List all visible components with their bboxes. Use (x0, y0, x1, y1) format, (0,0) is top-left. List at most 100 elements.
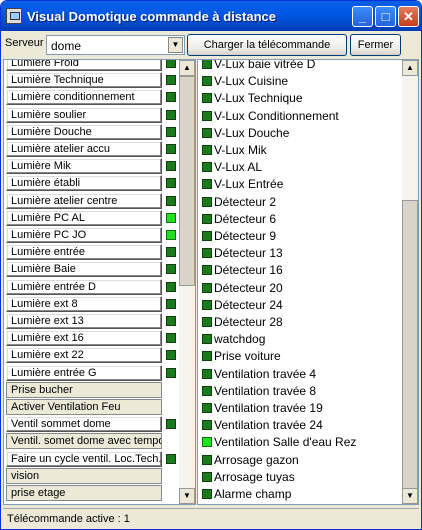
status-indicator (202, 385, 212, 396)
list-item[interactable]: V-Lux Entrée (214, 176, 283, 192)
right-scroll-thumb[interactable] (402, 200, 418, 490)
maximize-icon: □ (381, 9, 390, 24)
status-indicator (202, 471, 212, 482)
load-remote-button[interactable]: Charger la télécommande (187, 34, 347, 56)
list-item[interactable]: V-Lux Douche (214, 125, 289, 141)
command-button[interactable]: Lumière entrée G (6, 364, 162, 381)
list-item[interactable]: Détecteur 24 (214, 297, 283, 313)
command-button[interactable]: Lumière Douche (6, 123, 162, 140)
list-item[interactable]: V-Lux AL (214, 159, 262, 175)
scroll-down-icon[interactable]: ▼ (402, 488, 418, 504)
command-button[interactable]: Lumière entrée (6, 244, 162, 261)
command-button[interactable]: Lumière Technique (6, 72, 162, 89)
scroll-up-icon[interactable]: ▲ (402, 60, 418, 76)
minimize-button[interactable]: _ (352, 6, 373, 27)
server-combo[interactable]: dome ▼ (46, 35, 185, 55)
list-item[interactable]: V-Lux Conditionnement (214, 108, 339, 124)
scroll-down-icon[interactable]: ▼ (179, 488, 195, 504)
main-window: Visual Domotique commande à distance _ □… (0, 0, 422, 530)
command-button[interactable]: Ventil. somet dome avec tempo (6, 433, 162, 450)
list-item[interactable]: Ventilation travée 19 (214, 400, 323, 416)
command-button[interactable]: Ventil sommet dome (6, 416, 162, 433)
command-button[interactable]: Lumière ext 8 (6, 295, 162, 312)
command-button[interactable]: Lumière PC AL (6, 209, 162, 226)
list-item[interactable]: Prise voiture (214, 348, 281, 364)
status-indicator (202, 317, 212, 327)
list-item[interactable]: Alarme champ (214, 486, 291, 502)
right-panel: V-Lux baie vitrée D V-Lux Cuisine V-Lux Te… (197, 59, 419, 505)
left-panel: Lumière Froid Lumière Technique Lumière co… (3, 59, 196, 505)
command-button[interactable]: Activer Ventilation Feu (6, 399, 162, 415)
command-button[interactable]: Lumière Froid (6, 60, 162, 71)
status-indicator (166, 419, 176, 430)
command-button[interactable]: Lumière atelier centre (6, 192, 162, 209)
list-item[interactable]: Ventilation travée 24 (214, 417, 323, 433)
left-scrollbar[interactable]: ▲ ▼ (179, 60, 195, 504)
command-button[interactable]: Lumière conditionnement (6, 89, 162, 106)
status-indicator (166, 60, 176, 68)
list-item[interactable]: Arrosage gazon (214, 452, 299, 468)
maximize-button[interactable]: □ (375, 6, 396, 27)
list-item[interactable]: Ventilation Salle d'eau Rez (214, 434, 356, 450)
status-indicator (166, 144, 176, 154)
list-item[interactable]: V-Lux Mik (214, 142, 267, 158)
status-indicator (202, 265, 212, 276)
command-button[interactable]: Lumière ext 22 (6, 347, 162, 364)
list-item[interactable]: Détecteur 20 (214, 280, 283, 296)
minimize-icon: _ (358, 9, 367, 24)
list-item[interactable]: Détecteur 9 (214, 228, 276, 244)
status-indicator (202, 179, 212, 190)
command-button[interactable]: Lumière PC JO (6, 227, 162, 243)
list-item[interactable]: Ventilation travée 8 (214, 383, 316, 399)
list-item[interactable]: V-Lux Cuisine (214, 73, 288, 89)
status-indicator (202, 60, 212, 69)
list-item[interactable]: Détecteur 13 (214, 245, 283, 261)
status-indicator (202, 403, 212, 413)
status-indicator (202, 489, 212, 499)
command-button[interactable]: Lumière ext 16 (6, 330, 162, 347)
list-item[interactable]: Détecteur 16 (214, 262, 283, 278)
close-icon: ✕ (403, 9, 414, 24)
list-item[interactable]: Ventilation travée 4 (214, 366, 316, 382)
close-window-button[interactable]: ✕ (398, 6, 419, 27)
status-indicator (166, 281, 176, 292)
list-item[interactable]: Détecteur 28 (214, 314, 283, 330)
status-indicator (202, 196, 212, 207)
right-scrollbar[interactable]: ▲ ▼ (402, 60, 418, 504)
command-button[interactable]: Prise bucher (6, 381, 162, 398)
list-item[interactable]: V-Lux baie vitrée D (214, 60, 315, 72)
chevron-down-icon[interactable]: ▼ (168, 37, 183, 53)
command-button[interactable]: vision (6, 467, 162, 484)
command-button[interactable]: Lumière soulier (6, 106, 162, 123)
command-button[interactable]: Lumière établi (6, 175, 162, 192)
app-icon (6, 8, 22, 24)
command-button[interactable]: Lumière Baie (6, 261, 162, 278)
command-button[interactable]: prise etage (6, 485, 162, 501)
command-button[interactable]: Lumière entrée D (6, 278, 162, 295)
window-title: Visual Domotique commande à distance (27, 9, 276, 24)
toolbar: Serveur dome ▼ Charger la télécommande F… (5, 31, 419, 59)
status-indicator (166, 195, 176, 206)
status-indicator (202, 299, 212, 310)
status-indicator (166, 75, 176, 86)
list-item[interactable]: watchdog (214, 331, 265, 347)
scroll-up-icon[interactable]: ▲ (179, 60, 195, 76)
title-bar[interactable]: Visual Domotique commande à distance _ □… (1, 1, 421, 31)
list-item[interactable]: Détecteur 6 (214, 211, 276, 227)
command-button[interactable]: Faire un cycle ventil. Loc.Tech. (6, 450, 162, 467)
status-indicator (166, 367, 176, 378)
close-button[interactable]: Fermer (350, 34, 401, 56)
status-indicator (166, 178, 176, 189)
status-indicator (166, 350, 176, 361)
status-indicator (202, 420, 212, 431)
command-button[interactable]: Lumière Mik (6, 158, 162, 175)
left-scroll-thumb[interactable] (179, 76, 195, 286)
list-item[interactable]: Détecteur 2 (214, 194, 276, 210)
command-button[interactable]: Lumière ext 13 (6, 313, 162, 329)
list-item[interactable]: Arrosage tuyas (214, 469, 295, 485)
status-indicator (202, 127, 212, 138)
command-button[interactable]: Lumière atelier accu (6, 141, 162, 157)
list-item[interactable]: V-Lux Technique (214, 90, 303, 106)
status-indicator (202, 248, 212, 259)
status-indicator (202, 213, 212, 224)
